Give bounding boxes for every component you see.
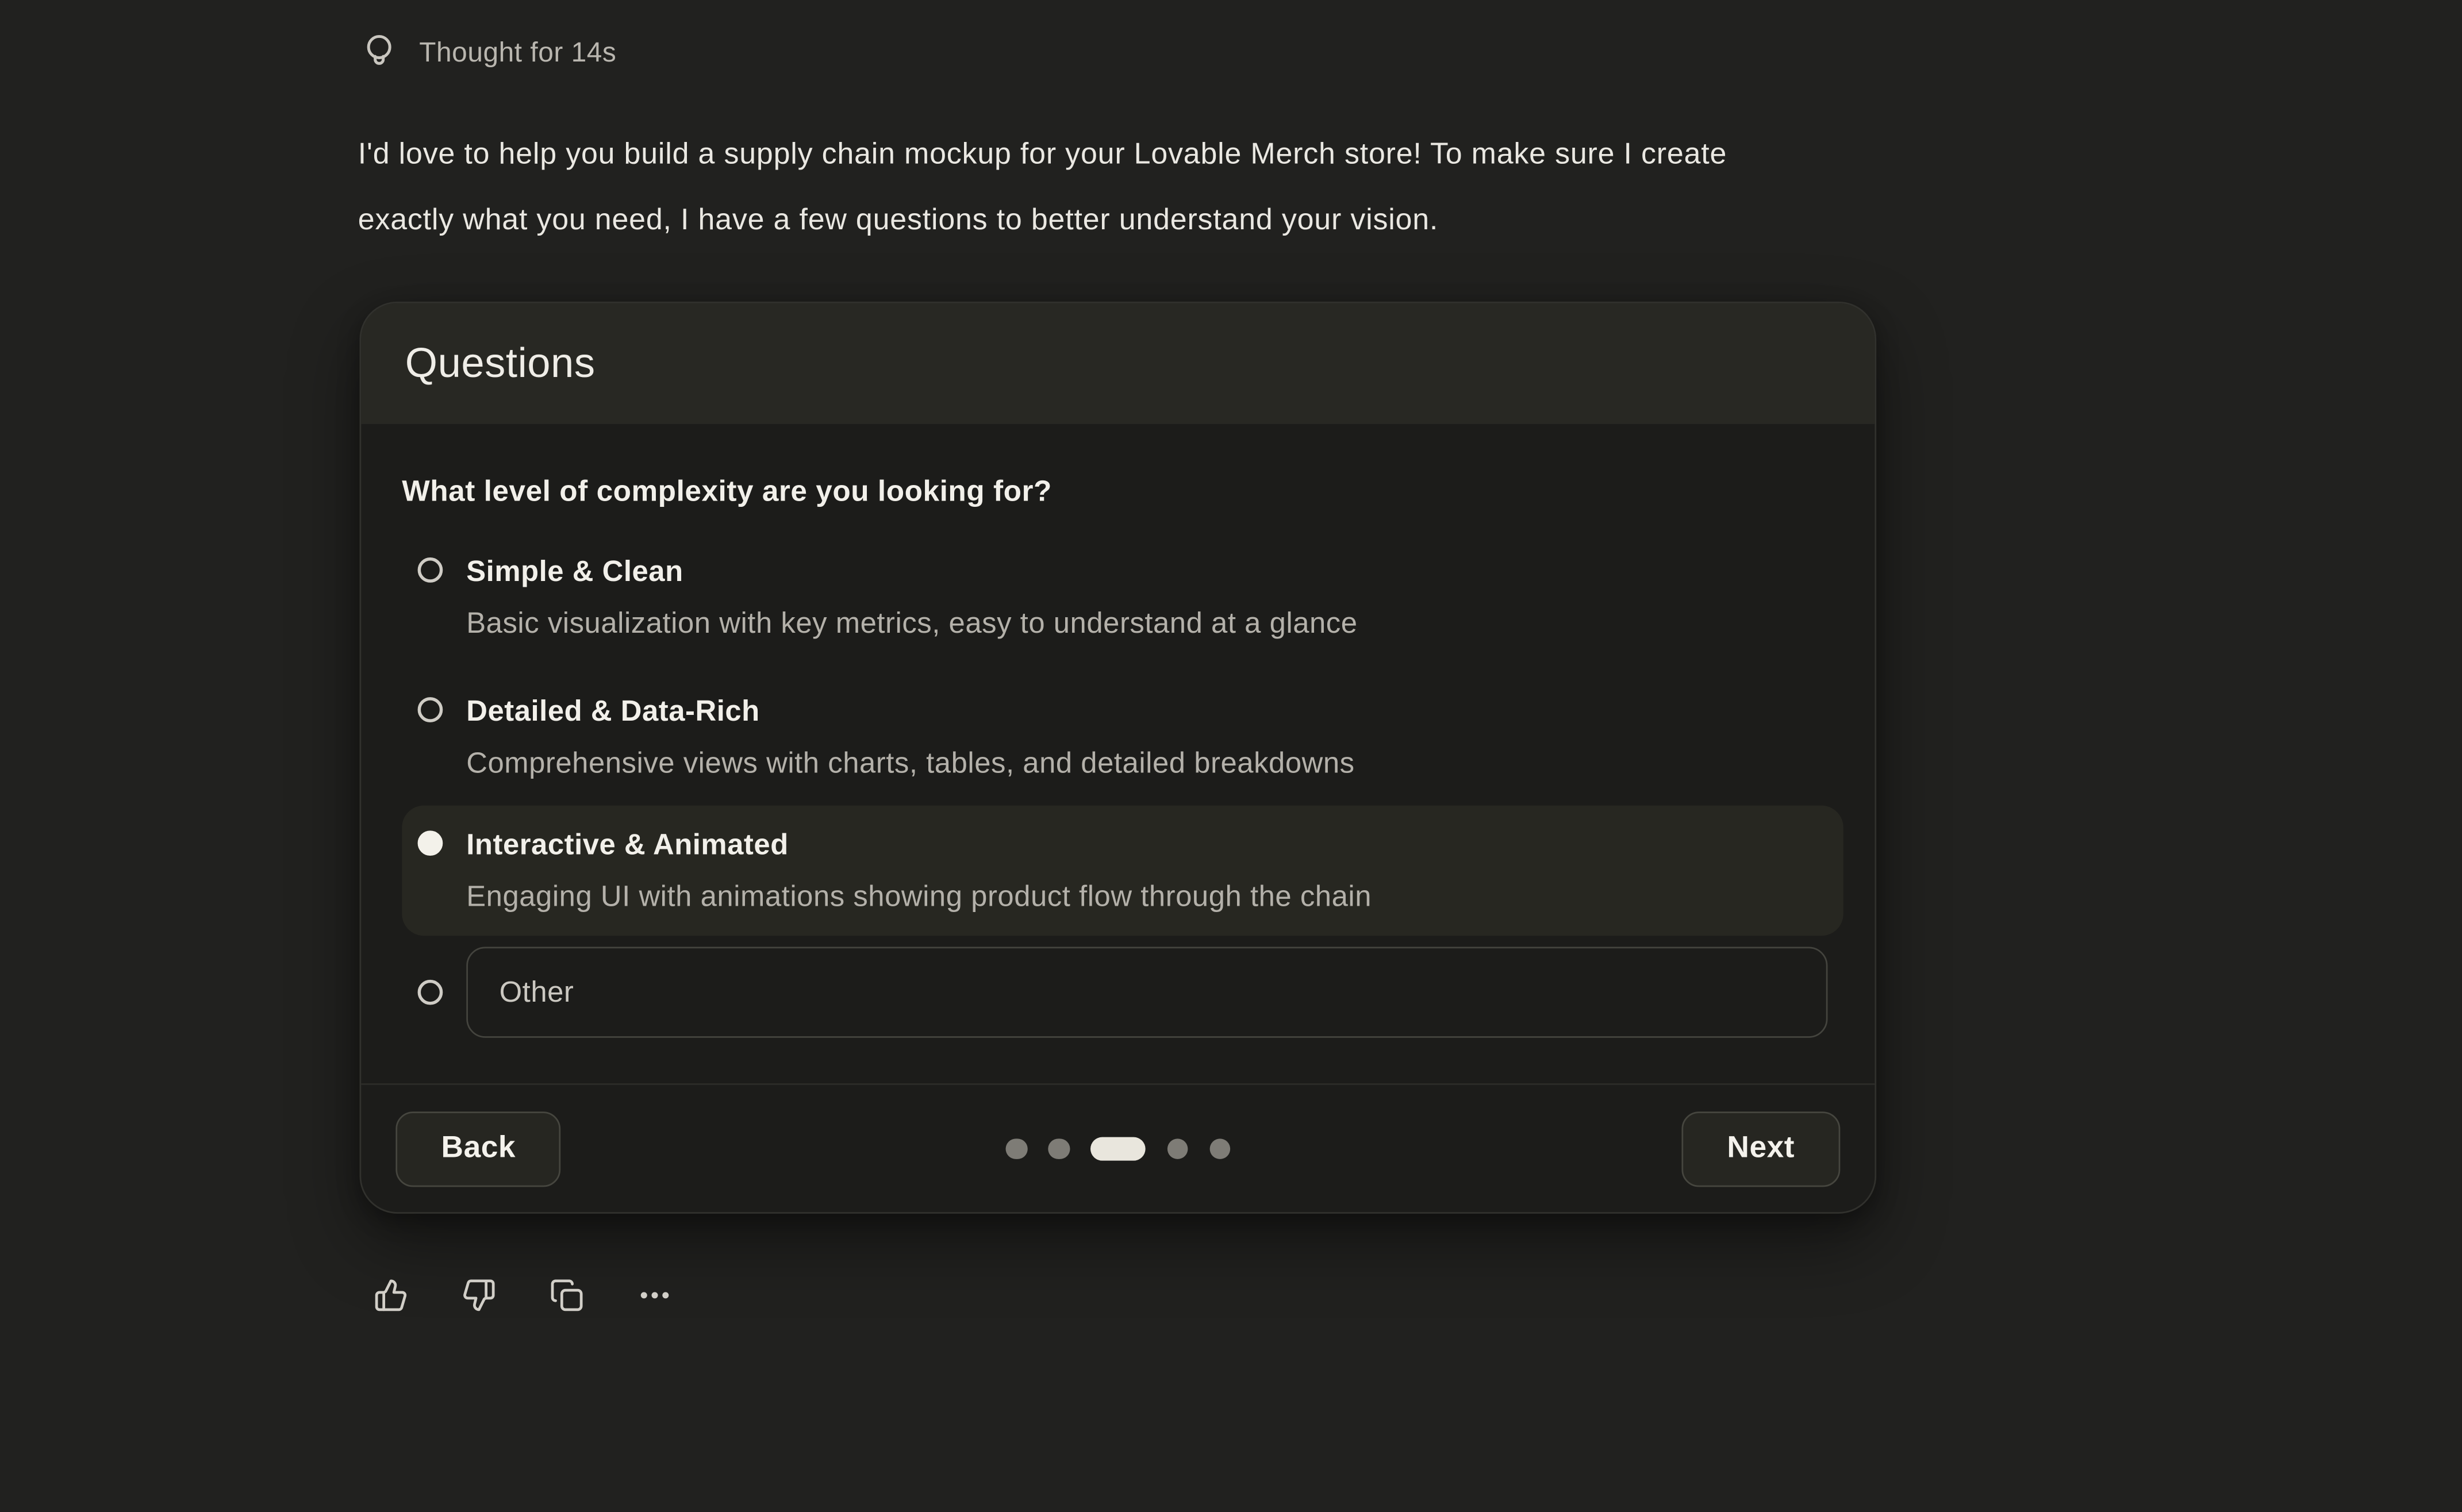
option-title: Detailed & Data-Rich — [466, 692, 1354, 730]
copy-button[interactable] — [550, 1278, 584, 1313]
thumbs-up-button[interactable] — [374, 1278, 408, 1313]
options-list: Simple & Clean Basic visualization with … — [402, 532, 1843, 1038]
thumbs-down-button[interactable] — [462, 1278, 496, 1313]
pagination-dot — [1048, 1138, 1069, 1159]
option-simple-clean[interactable]: Simple & Clean Basic visualization with … — [402, 532, 1843, 663]
thumbs-up-icon — [374, 1278, 408, 1313]
question-text: What level of complexity are you looking… — [402, 471, 1843, 512]
chat-view: Thought for 14s I'd love to help you bui… — [0, 32, 2462, 1512]
other-input[interactable] — [466, 947, 1827, 1037]
pagination-dot — [1209, 1138, 1230, 1159]
radio-icon[interactable] — [418, 557, 443, 583]
thought-label: Thought for 14s — [419, 36, 616, 68]
radio-icon[interactable] — [418, 980, 443, 1005]
questions-card-body: What level of complexity are you looking… — [361, 471, 1875, 1083]
thought-toggle[interactable]: Thought for 14s — [363, 32, 616, 72]
option-title: Interactive & Animated — [466, 826, 1372, 864]
assistant-message: I'd love to help you build a supply chai… — [358, 122, 2462, 254]
questions-card: Questions What level of complexity are y… — [360, 302, 1877, 1214]
message-actions — [374, 1278, 2462, 1313]
pagination-dot — [1006, 1138, 1027, 1159]
radio-icon[interactable] — [418, 697, 443, 722]
option-description: Engaging UI with animations showing prod… — [466, 878, 1372, 915]
thumbs-down-icon — [462, 1278, 496, 1313]
option-detailed-data-rich[interactable]: Detailed & Data-Rich Comprehensive views… — [402, 672, 1843, 802]
copy-icon — [550, 1278, 584, 1313]
option-description: Comprehensive views with charts, tables,… — [466, 744, 1354, 782]
option-description: Basic visualization with key metrics, ea… — [466, 605, 1357, 642]
next-button[interactable]: Next — [1681, 1111, 1840, 1186]
questions-card-header: Questions — [361, 303, 1875, 424]
message-line: exactly what you need, I have a few ques… — [358, 188, 2462, 255]
back-button[interactable]: Back — [395, 1111, 561, 1186]
message-line: I'd love to help you build a supply chai… — [358, 122, 2462, 188]
more-options-icon — [637, 1278, 672, 1313]
card-title: Questions — [405, 339, 596, 388]
more-options-button[interactable] — [637, 1278, 672, 1313]
option-title: Simple & Clean — [466, 553, 1357, 591]
lightbulb-icon — [363, 32, 395, 71]
option-other[interactable] — [402, 947, 1843, 1037]
pagination-dots — [1006, 1136, 1231, 1160]
option-interactive-animated[interactable]: Interactive & Animated Engaging UI with … — [402, 806, 1843, 936]
pagination-dot — [1167, 1138, 1188, 1159]
pagination-dot-active — [1090, 1136, 1146, 1160]
questions-card-footer: Back Next — [361, 1083, 1875, 1212]
radio-icon[interactable] — [418, 830, 443, 856]
